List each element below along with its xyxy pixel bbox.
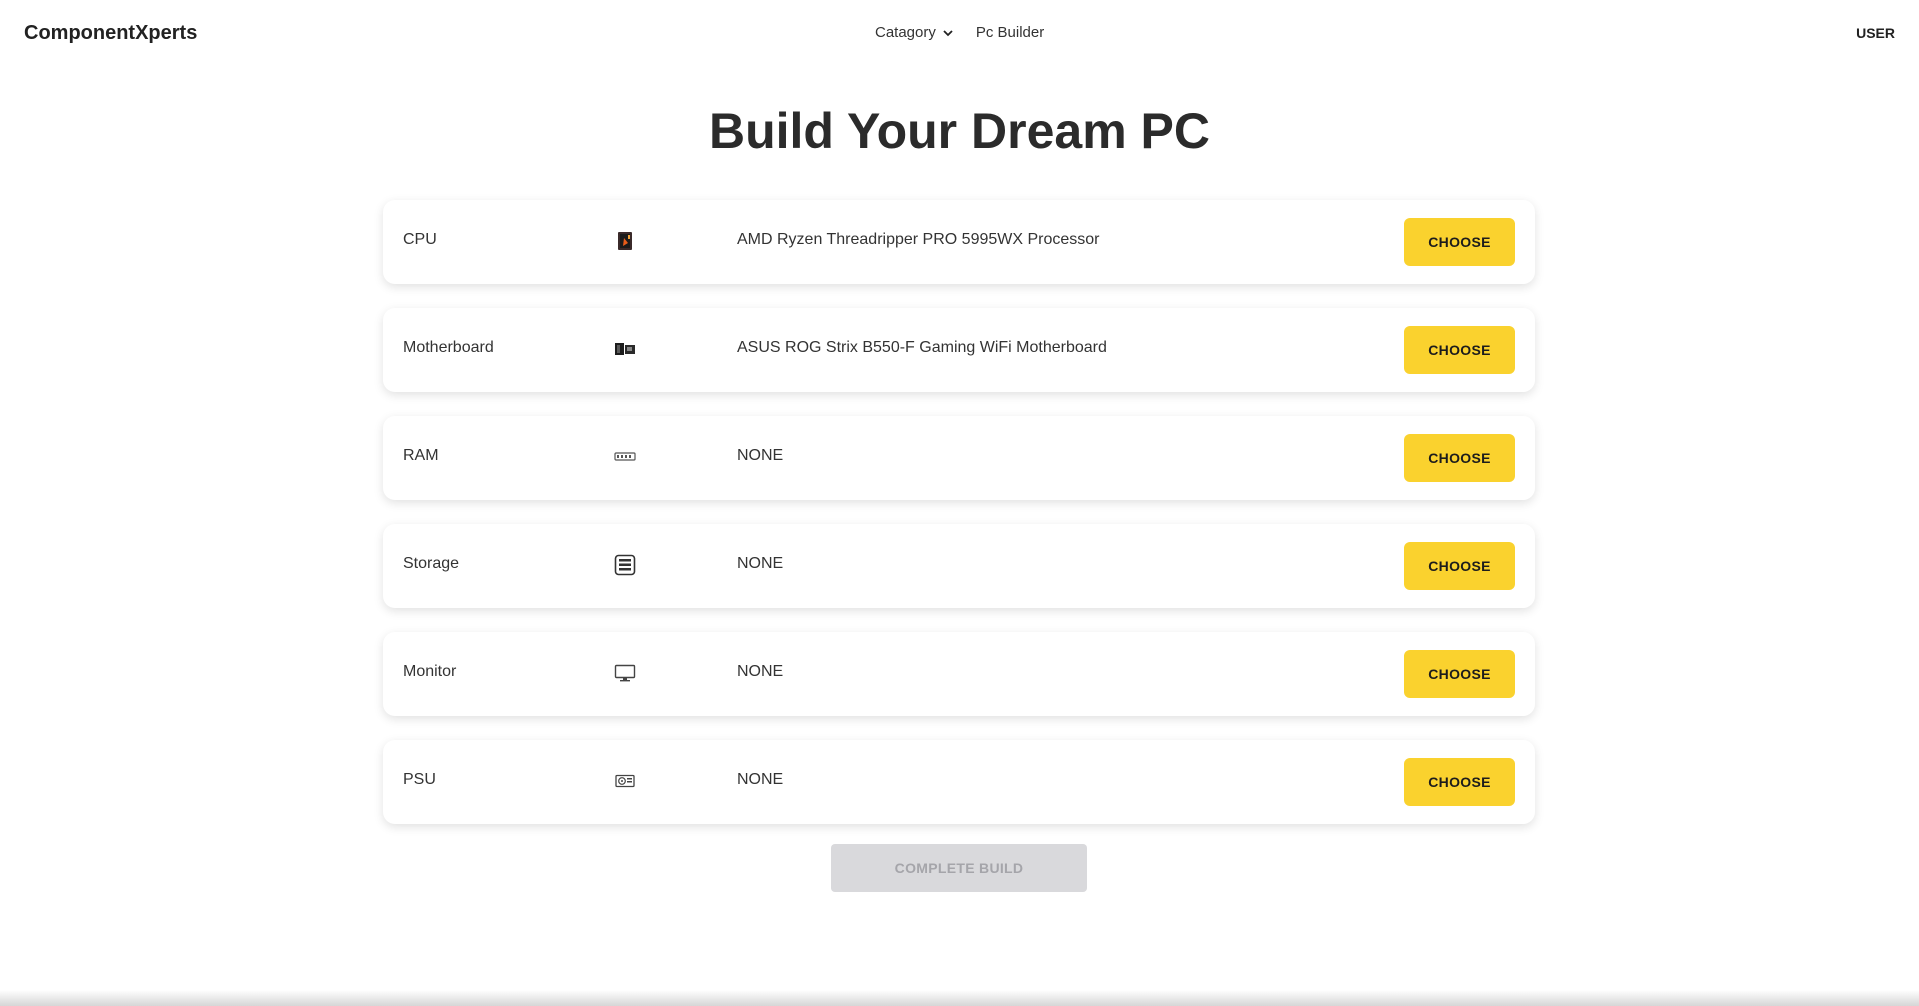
choose-psu-button[interactable]: CHOOSE — [1404, 758, 1515, 806]
brand-logo[interactable]: ComponentXperts — [24, 22, 197, 45]
motherboard-icon — [613, 337, 637, 361]
psu-icon — [613, 769, 637, 793]
selected-component: ASUS ROG Strix B550-F Gaming WiFi Mother… — [737, 339, 1107, 356]
choose-motherboard-button[interactable]: CHOOSE — [1404, 326, 1515, 374]
row-label: CPU — [403, 231, 437, 248]
footer-divider — [0, 990, 1919, 1006]
choose-storage-button[interactable]: CHOOSE — [1404, 542, 1515, 590]
builder-row-psu: PSU NONE CHOOSE — [383, 740, 1535, 824]
row-label: PSU — [403, 771, 436, 788]
chevron-down-icon — [943, 29, 953, 36]
choose-cpu-button[interactable]: CHOOSE — [1404, 218, 1515, 266]
row-label: Storage — [403, 555, 460, 572]
selected-component: NONE — [737, 447, 784, 464]
builder-row-monitor: Monitor NONE CHOOSE — [383, 632, 1535, 716]
builder-row-ram: RAM NONE CHOOSE — [383, 416, 1535, 500]
builder-row-cpu: CPU AMD Ryzen Threadripper PRO 5995WX Pr… — [383, 200, 1535, 284]
selected-component: AMD Ryzen Threadripper PRO 5995WX Proces… — [737, 231, 1100, 248]
choose-monitor-button[interactable]: CHOOSE — [1404, 650, 1515, 698]
category-dropdown[interactable]: Catagory — [875, 24, 954, 41]
category-label: Catagory — [875, 24, 936, 41]
builder-row-motherboard: Motherboard ASUS ROG Strix B550-F Gaming… — [383, 308, 1535, 392]
pc-builder-link[interactable]: Pc Builder — [976, 24, 1044, 41]
row-label: Motherboard — [403, 339, 494, 356]
builder-row-storage: Storage NONE CHOOSE — [383, 524, 1535, 608]
main-nav: Catagory Pc Builder — [875, 24, 1044, 41]
user-menu[interactable]: USER — [1856, 25, 1895, 41]
ram-icon — [613, 445, 637, 469]
storage-icon — [613, 553, 637, 577]
selected-component: NONE — [737, 663, 784, 680]
choose-ram-button[interactable]: CHOOSE — [1404, 434, 1515, 482]
cpu-icon — [613, 229, 637, 253]
builder-list: CPU AMD Ryzen Threadripper PRO 5995WX Pr… — [383, 200, 1535, 848]
monitor-icon — [613, 661, 637, 685]
pc-builder-label: Pc Builder — [975, 24, 1045, 41]
row-label: Monitor — [403, 663, 457, 680]
complete-build-button[interactable]: COMPLETE BUILD — [831, 844, 1087, 892]
navbar: ComponentXperts Catagory Pc Builder USER — [0, 0, 1919, 68]
selected-component: NONE — [737, 555, 784, 572]
page-title: Build Your Dream PC — [708, 103, 1211, 159]
selected-component: NONE — [737, 771, 784, 788]
row-label: RAM — [403, 447, 439, 464]
